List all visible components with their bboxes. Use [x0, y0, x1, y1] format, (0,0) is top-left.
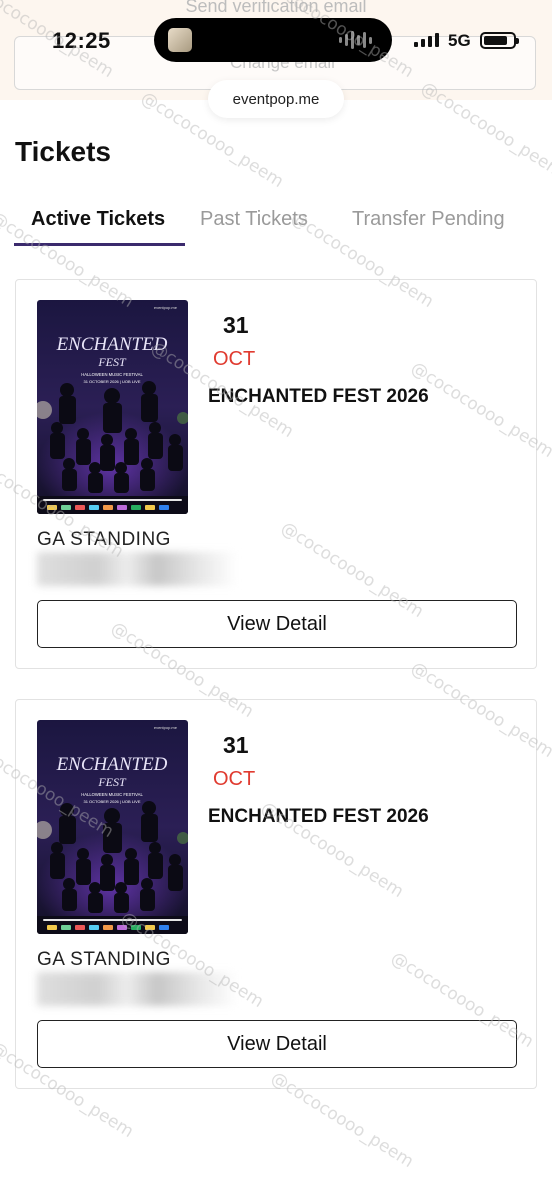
- tab-active-tickets[interactable]: Active Tickets: [31, 208, 165, 231]
- status-time: 12:25: [52, 28, 111, 53]
- signal-bars-icon: [414, 33, 439, 47]
- page-title: Tickets: [15, 136, 111, 167]
- view-detail-button[interactable]: View Detail: [37, 1020, 517, 1068]
- ticket-card: eventpop.me ENCHANTED FEST HALLOWEEN MUS…: [15, 699, 537, 1089]
- tab-transfer-pending[interactable]: Transfer Pending: [352, 208, 505, 231]
- tab-past-tickets[interactable]: Past Tickets: [200, 208, 308, 231]
- svg-text:eventpop.me: eventpop.me: [154, 305, 178, 310]
- svg-text:FEST: FEST: [97, 355, 127, 369]
- svg-text:ENCHANTED: ENCHANTED: [56, 334, 168, 355]
- event-poster-artwork: eventpop.me ENCHANTED FEST HALLOWEEN MUS…: [37, 720, 188, 934]
- svg-text:ENCHANTED: ENCHANTED: [56, 754, 168, 775]
- network-type: 5G: [448, 31, 471, 50]
- event-name: ENCHANTED FEST 2026: [208, 386, 429, 407]
- view-detail-button[interactable]: View Detail: [37, 600, 517, 648]
- event-month: OCT: [213, 348, 256, 370]
- browser-url-pill[interactable]: eventpop.me: [208, 80, 344, 118]
- svg-text:31 OCTOBER 2026 | UOB LIVE: 31 OCTOBER 2026 | UOB LIVE: [84, 799, 141, 804]
- svg-text:FEST: FEST: [97, 775, 127, 789]
- ticket-card: eventpop.me ENCHANTED FEST HALLOWEEN MUS…: [15, 279, 537, 669]
- send-verification-ghost-text: Send verification email: [185, 0, 367, 16]
- now-playing-artwork: [168, 28, 192, 52]
- ticket-tabs: Active Tickets Past Tickets Transfer Pen…: [0, 196, 552, 248]
- event-poster: eventpop.me ENCHANTED FEST HALLOWEEN MUS…: [37, 720, 188, 934]
- event-day: 31: [223, 312, 249, 338]
- svg-text:HALLOWEEN MUSIC FESTIVAL: HALLOWEEN MUSIC FESTIVAL: [81, 372, 143, 377]
- svg-text:31 OCTOBER 2026 | UOB LIVE: 31 OCTOBER 2026 | UOB LIVE: [84, 379, 141, 384]
- ticket-zone: GA STANDING: [37, 529, 171, 550]
- redacted-ticket-info: [37, 552, 237, 586]
- event-poster: eventpop.me ENCHANTED FEST HALLOWEEN MUS…: [37, 300, 188, 514]
- event-month: OCT: [213, 768, 256, 790]
- redacted-ticket-info: [37, 972, 237, 1006]
- event-poster-artwork: eventpop.me ENCHANTED FEST HALLOWEEN MUS…: [37, 300, 188, 514]
- svg-text:eventpop.me: eventpop.me: [154, 725, 178, 730]
- event-name: ENCHANTED FEST 2026: [208, 806, 429, 827]
- audio-waveform-icon: [339, 31, 372, 49]
- svg-text:HALLOWEEN MUSIC FESTIVAL: HALLOWEEN MUSIC FESTIVAL: [81, 792, 143, 797]
- active-tab-indicator: [14, 243, 185, 246]
- event-day: 31: [223, 732, 249, 758]
- battery-icon: [480, 32, 519, 49]
- ticket-zone: GA STANDING: [37, 949, 171, 970]
- dynamic-island: [154, 18, 392, 62]
